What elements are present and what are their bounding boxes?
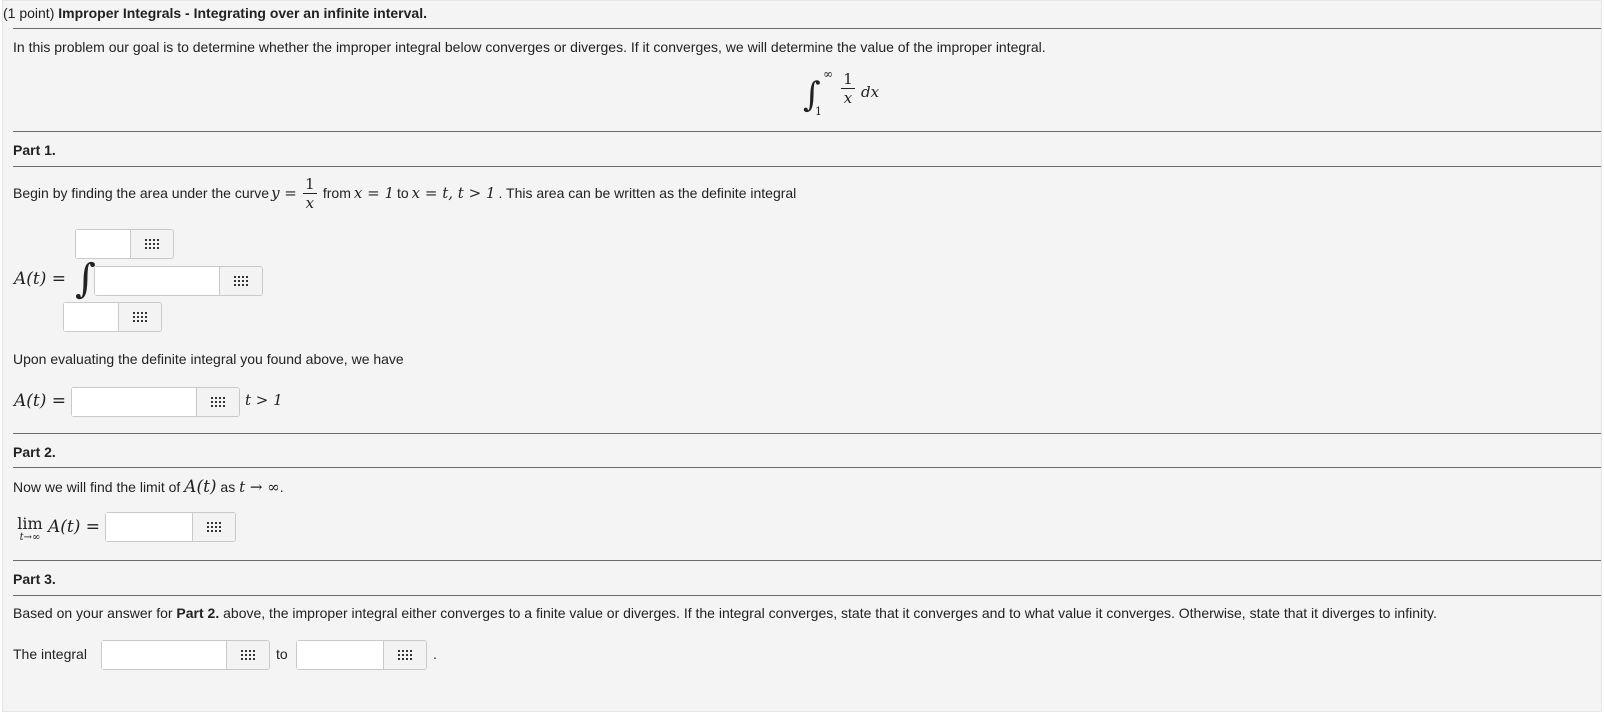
integral-sign: ∫ (75, 256, 96, 302)
a-of-t-label: A(t) = (14, 391, 67, 411)
the-integral-label: The integral (13, 646, 87, 662)
lower-limit: 1 (815, 105, 822, 118)
period: . (433, 646, 437, 662)
part3-sentence: Based on your answer for Part 2. above, … (13, 605, 1437, 621)
upper-limit-answer (75, 229, 174, 259)
divider (13, 433, 1601, 434)
dx: dx (861, 83, 880, 101)
upper-limit: ∞ (823, 67, 833, 81)
divider (13, 131, 1601, 132)
curve-fraction: 1 x (302, 176, 317, 211)
points-label: (1 point) (3, 5, 55, 21)
grid-icon[interactable] (130, 230, 173, 258)
value-answer (296, 640, 427, 670)
grid-icon[interactable] (118, 303, 161, 331)
divider (13, 166, 1601, 167)
problem-title: Improper Integrals - Integrating over an… (58, 5, 427, 21)
grid-icon[interactable] (226, 641, 269, 669)
integrand-fraction: 1 x (841, 71, 855, 106)
divider (13, 467, 1601, 468)
limit-answer (105, 512, 236, 542)
a-of-t-label: A(t) = (14, 269, 67, 289)
to-label: to (276, 646, 288, 662)
divider (13, 595, 1601, 596)
part3-heading: Part 3. (13, 571, 56, 587)
limit-expression: A(t) = (48, 517, 101, 537)
integrand-answer (94, 266, 263, 296)
limit-operator: lim t→∞ (17, 514, 43, 543)
integrand-input[interactable] (95, 267, 219, 295)
grid-icon[interactable] (219, 267, 262, 295)
lower-limit-answer (63, 302, 162, 332)
limit-input[interactable] (106, 513, 192, 541)
verdict-answer (101, 640, 270, 670)
part2-heading: Part 2. (13, 444, 56, 460)
grid-icon[interactable] (192, 513, 235, 541)
part1-heading: Part 1. (13, 142, 56, 158)
problem-header: (1 point) Improper Integrals - Integrati… (3, 5, 427, 21)
lower-limit-input[interactable] (64, 303, 118, 331)
condition: t > 1 (245, 391, 283, 409)
value-input[interactable] (297, 641, 383, 669)
divider (13, 560, 1601, 561)
intro-text: In this problem our goal is to determine… (13, 39, 1046, 55)
divider (13, 28, 1601, 29)
grid-icon[interactable] (196, 388, 239, 416)
a-of-t-answer (71, 387, 240, 417)
grid-icon[interactable] (383, 641, 426, 669)
upper-limit-input[interactable] (76, 230, 130, 258)
a-of-t-input[interactable] (72, 388, 196, 416)
main-integral: ∫ ∞ 1 1 x dx (803, 65, 903, 121)
verdict-input[interactable] (102, 641, 226, 669)
part1-sentence: Begin by finding the area under the curv… (13, 174, 797, 212)
evaluate-text: Upon evaluating the definite integral yo… (13, 351, 404, 367)
problem-panel: (1 point) Improper Integrals - Integrati… (2, 0, 1602, 712)
part2-sentence: Now we will find the limit of A(t) as t … (13, 477, 284, 497)
